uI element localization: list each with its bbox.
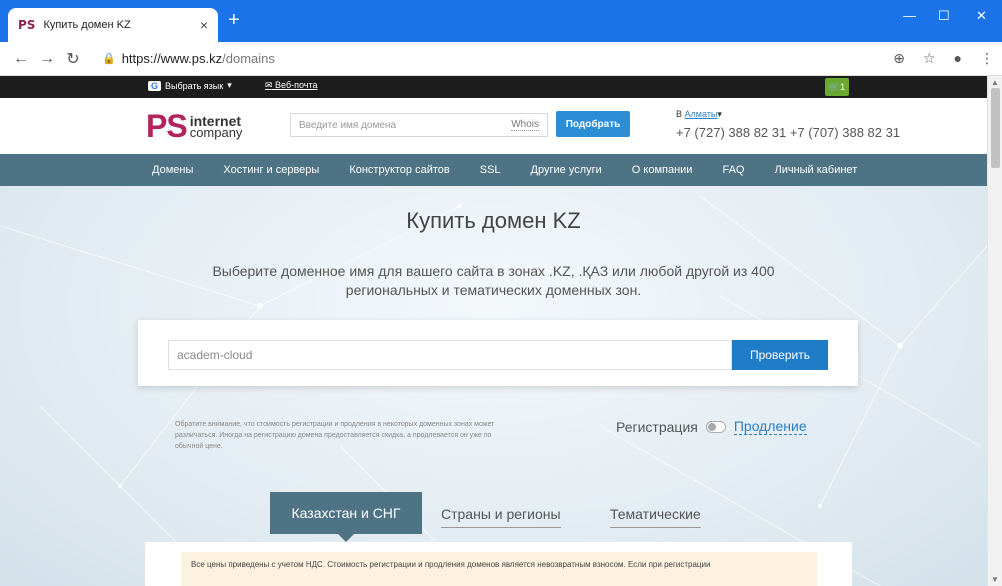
site-logo[interactable]: PS internet company <box>146 108 242 145</box>
city-prefix: В <box>676 109 683 119</box>
domain-check-card: Проверить <box>138 320 858 386</box>
site-header: PS internet company Введите имя домена W… <box>0 98 987 154</box>
logo-line-2: company <box>189 124 243 140</box>
nav-item-other-services[interactable]: Другие услуги <box>531 164 602 176</box>
url-field[interactable]: 🔒 https://www.ps.kz/domains <box>102 51 275 66</box>
city-link[interactable]: Алматы <box>685 109 718 119</box>
url-host: https://www.ps.kz <box>121 51 223 66</box>
menu-kebab-icon[interactable]: ⋮ <box>980 50 994 67</box>
mail-icon: ✉ <box>265 80 276 90</box>
price-mode-toggle-row: Регистрация Продление <box>616 418 807 435</box>
check-button[interactable]: Проверить <box>732 340 828 370</box>
google-translate-icon: G <box>148 80 162 91</box>
back-icon[interactable]: ← <box>8 50 34 68</box>
page-viewport: G Выбрать язык ▾ ✉ Веб-почта 🛒1 PS inter… <box>0 76 987 586</box>
header-domain-search[interactable]: Введите имя домена Whois <box>290 113 548 137</box>
domain-check-input[interactable] <box>168 340 732 370</box>
tab-close-icon[interactable]: × <box>200 17 208 33</box>
phone-numbers: +7 (727) 388 82 31 +7 (707) 388 82 31 <box>676 125 901 140</box>
page-title: Купить домен KZ <box>406 208 581 233</box>
toggle-knob <box>707 422 716 431</box>
top-strip: G Выбрать язык ▾ ✉ Веб-почта 🛒1 <box>0 76 987 98</box>
registration-label[interactable]: Регистрация <box>616 419 698 435</box>
hero-section: Купить домен KZ Выберите доменное имя дл… <box>0 186 987 586</box>
minimize-button[interactable]: — <box>903 8 916 23</box>
nav-item-hosting[interactable]: Хостинг и серверы <box>223 164 319 176</box>
cart-button[interactable]: 🛒1 <box>825 78 849 96</box>
cart-count: 1 <box>840 82 846 92</box>
tab-countries-regions[interactable]: Страны и регионы <box>441 500 561 528</box>
city-selector[interactable]: В Алматы▾ <box>676 109 722 120</box>
webmail-label: Веб-почта <box>275 80 318 90</box>
address-bar: ← → ↻ 🔒 https://www.ps.kz/domains ⊕ ☆ ● … <box>0 42 1002 76</box>
reload-icon[interactable]: ↻ <box>60 49 86 69</box>
webmail-link[interactable]: ✉ Веб-почта <box>265 80 318 91</box>
language-selector[interactable]: G Выбрать язык ▾ <box>148 80 232 91</box>
main-nav: Домены Хостинг и серверы Конструктор сай… <box>0 154 987 186</box>
price-notice: Обратите внимание, что стоимость регистр… <box>175 421 495 450</box>
favicon-icon: PS <box>18 18 36 32</box>
page-subtitle: Выберите доменное имя для вашего сайта в… <box>212 263 775 298</box>
url-path: /domains <box>222 51 275 66</box>
lock-icon: 🔒 <box>102 53 116 65</box>
city-chevron-icon: ▾ <box>717 109 722 119</box>
tab-title: Купить домен KZ <box>43 19 131 31</box>
close-window-button[interactable]: ✕ <box>976 8 987 24</box>
nav-item-site-builder[interactable]: Конструктор сайтов <box>349 164 449 176</box>
vat-notice: Все цены приведены с учетом НДС. Стоимос… <box>181 552 817 586</box>
profile-icon[interactable]: ● <box>954 50 962 67</box>
browser-tab[interactable]: PS Купить домен KZ × <box>8 8 218 42</box>
logo-mark: PS <box>146 108 188 144</box>
header-search-placeholder: Введите имя домена <box>299 119 397 131</box>
pick-domain-button[interactable]: Подобрать <box>556 111 630 137</box>
whois-link[interactable]: Whois <box>511 119 539 131</box>
scroll-up-icon[interactable]: ▲ <box>991 78 999 87</box>
nav-item-faq[interactable]: FAQ <box>722 164 744 176</box>
zone-tabs: Казахстан и СНГ Страны и регионы Тематич… <box>0 492 987 542</box>
page-scrollbar[interactable]: ▲ ▼ <box>987 76 1002 586</box>
bookmark-star-icon[interactable]: ☆ <box>923 50 936 67</box>
chevron-down-icon: ▾ <box>227 80 232 90</box>
forward-icon[interactable]: → <box>34 50 60 68</box>
maximize-button[interactable]: ☐ <box>938 8 950 24</box>
nav-item-account[interactable]: Личный кабинет <box>774 164 857 176</box>
nav-item-domains[interactable]: Домены <box>152 164 193 176</box>
cart-icon: 🛒 <box>828 82 841 92</box>
language-label: Выбрать язык <box>165 80 224 91</box>
zoom-icon[interactable]: ⊕ <box>893 50 905 67</box>
scroll-down-icon[interactable]: ▼ <box>991 575 999 584</box>
nav-item-ssl[interactable]: SSL <box>480 164 501 176</box>
new-tab-button[interactable]: + <box>228 9 240 32</box>
zones-content-card: Все цены приведены с учетом НДС. Стоимос… <box>145 542 852 586</box>
tab-kazakhstan-cis[interactable]: Казахстан и СНГ <box>270 492 422 542</box>
scroll-thumb[interactable] <box>991 88 1000 168</box>
price-mode-toggle[interactable] <box>705 420 726 433</box>
browser-tab-bar: PS Купить домен KZ × + — ☐ ✕ <box>0 0 1002 42</box>
tab-thematic[interactable]: Тематические <box>610 500 701 528</box>
nav-item-about[interactable]: О компании <box>632 164 693 176</box>
renewal-link[interactable]: Продление <box>733 418 807 435</box>
